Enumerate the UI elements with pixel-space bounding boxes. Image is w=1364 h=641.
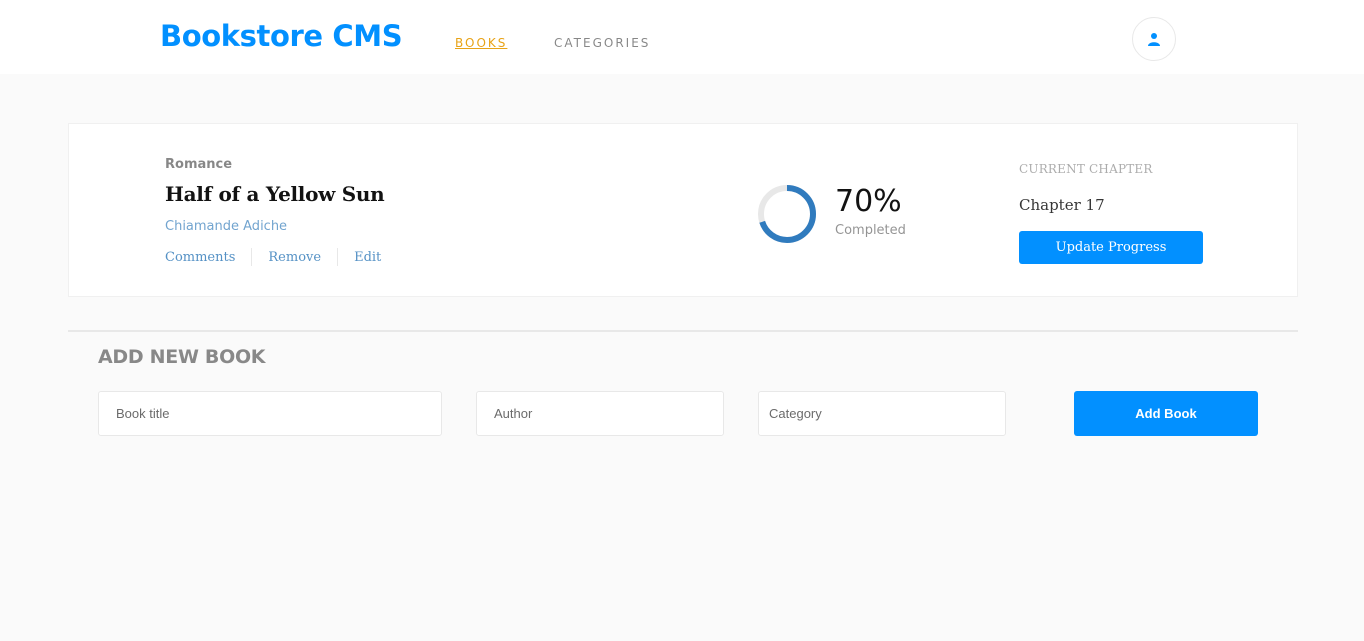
progress-ring — [758, 185, 816, 243]
book-title: Half of a Yellow Sun — [165, 182, 385, 206]
nav-categories-link[interactable]: CATEGORIES — [554, 36, 650, 50]
current-chapter-label: CURRENT CHAPTER — [1019, 162, 1153, 176]
header: Bookstore CMS BOOKS CATEGORIES — [0, 0, 1364, 74]
progress-label: Completed — [835, 223, 906, 238]
action-divider — [251, 248, 253, 266]
progress-percent: 70% — [835, 184, 902, 219]
book-category: Romance — [165, 157, 233, 172]
comments-button[interactable]: Comments — [165, 250, 235, 265]
action-divider — [337, 248, 339, 266]
category-input[interactable] — [758, 391, 1006, 436]
app-logo[interactable]: Bookstore CMS — [160, 19, 403, 53]
book-card: Romance Half of a Yellow Sun Chiamande A… — [68, 123, 1298, 297]
update-progress-button[interactable]: Update Progress — [1019, 231, 1203, 264]
user-icon — [1148, 33, 1160, 46]
nav-books-link[interactable]: BOOKS — [455, 36, 507, 50]
section-divider — [68, 330, 1298, 332]
remove-button[interactable]: Remove — [268, 250, 321, 265]
edit-button[interactable]: Edit — [354, 250, 381, 265]
book-actions: Comments Remove Edit — [165, 247, 381, 267]
current-chapter: Chapter 17 — [1019, 196, 1105, 214]
book-title-input[interactable] — [98, 391, 442, 436]
add-book-heading: ADD NEW BOOK — [98, 346, 266, 368]
book-author: Chiamande Adiche — [165, 219, 288, 234]
author-input[interactable] — [476, 391, 724, 436]
user-button[interactable] — [1132, 17, 1176, 61]
add-book-button[interactable]: Add Book — [1074, 391, 1258, 436]
